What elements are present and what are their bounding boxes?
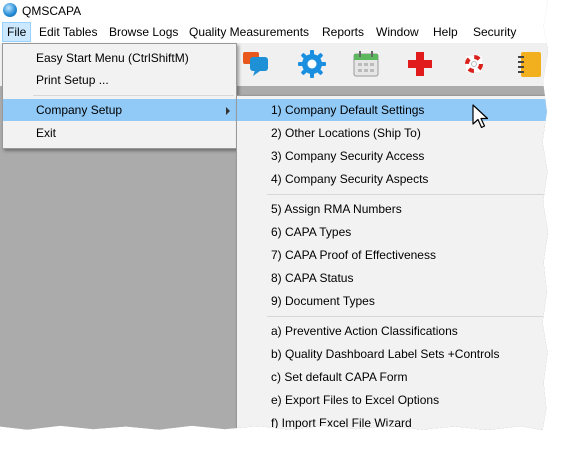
menu-item-label: 2) Other Locations (Ship To) <box>271 126 421 140</box>
menu-reports[interactable]: Reports <box>318 22 368 42</box>
submenu-item-quality-dashboard-label-sets[interactable]: b) Quality Dashboard Label Sets +Control… <box>237 343 548 365</box>
menu-item-company-setup[interactable]: Company Setup <box>3 99 236 121</box>
menu-bar: File Edit Tables Browse Logs Quality Mea… <box>0 22 548 43</box>
submenu-item-import-excel-file-wizard[interactable]: f) Import Excel File Wizard <box>237 412 548 430</box>
menu-separator <box>267 316 547 317</box>
submenu-item-company-security-access[interactable]: 3) Company Security Access <box>237 145 548 167</box>
app-window: QMSCAPA File Edit Tables Browse Logs Qua… <box>0 0 548 430</box>
menu-item-label: Print Setup ... <box>36 73 109 87</box>
submenu-item-capa-types[interactable]: 6) CAPA Types <box>237 221 548 243</box>
submenu-item-capa-status[interactable]: 8) CAPA Status <box>237 267 548 289</box>
menu-file[interactable]: File <box>2 22 32 42</box>
mouse-pointer-icon <box>472 104 489 129</box>
menu-item-label: 1) Company Default Settings <box>271 103 425 117</box>
lifebuoy-icon[interactable] <box>458 48 490 80</box>
menu-separator <box>33 95 234 96</box>
submenu-item-set-default-capa-form[interactable]: c) Set default CAPA Form <box>237 366 548 388</box>
menu-item-label: 4) Company Security Aspects <box>271 172 429 186</box>
app-logo-icon <box>3 3 17 17</box>
menu-separator <box>267 194 547 195</box>
menu-item-label: 5) Assign RMA Numbers <box>271 202 402 216</box>
menu-help[interactable]: Help <box>429 22 462 42</box>
company-setup-submenu: 1) Company Default Settings 2) Other Loc… <box>236 95 548 430</box>
menu-item-label: 7) CAPA Proof of Effectiveness <box>271 248 436 262</box>
menu-item-label: c) Set default CAPA Form <box>271 370 408 384</box>
menu-item-label: 3) Company Security Access <box>271 149 425 163</box>
menu-item-label: a) Preventive Action Classifications <box>271 324 458 338</box>
submenu-item-export-files-to-excel[interactable]: e) Export Files to Excel Options <box>237 389 548 411</box>
menu-edit-tables[interactable]: Edit Tables <box>35 22 101 42</box>
submenu-item-other-locations[interactable]: 2) Other Locations (Ship To) <box>237 122 548 144</box>
submenu-item-preventive-action-classifications[interactable]: a) Preventive Action Classifications <box>237 320 548 342</box>
menu-item-label: 8) CAPA Status <box>271 271 354 285</box>
gear-icon[interactable] <box>296 48 328 80</box>
submenu-item-assign-rma-numbers[interactable]: 5) Assign RMA Numbers <box>237 198 548 220</box>
menu-quality-measurements[interactable]: Quality Measurements <box>185 22 313 42</box>
submenu-arrow-icon <box>226 107 230 115</box>
submenu-item-company-security-aspects[interactable]: 4) Company Security Aspects <box>237 168 548 190</box>
menu-item-label: e) Export Files to Excel Options <box>271 393 440 407</box>
menu-item-label: Exit <box>36 126 57 140</box>
submenu-item-document-types[interactable]: 9) Document Types <box>237 290 548 312</box>
submenu-item-company-default-settings[interactable]: 1) Company Default Settings <box>237 99 548 121</box>
menu-item-label: Easy Start Menu (CtrlShiftM) <box>36 51 189 65</box>
menu-item-label: 9) Document Types <box>271 294 375 308</box>
menu-item-label: f) Import Excel File Wizard <box>271 416 412 430</box>
red-cross-icon[interactable] <box>404 48 436 80</box>
notebook-icon[interactable] <box>512 48 544 80</box>
file-menu-dropdown: Easy Start Menu (CtrlShiftM) Print Setup… <box>2 43 237 149</box>
title-bar: QMSCAPA <box>0 0 548 22</box>
menu-item-easy-start[interactable]: Easy Start Menu (CtrlShiftM) <box>3 47 236 69</box>
window-title: QMSCAPA <box>22 4 82 18</box>
chat-bubble-icon[interactable] <box>240 48 272 80</box>
menu-window[interactable]: Window <box>372 22 423 42</box>
menu-security[interactable]: Security <box>469 22 520 42</box>
menu-item-label: Company Setup <box>36 103 123 117</box>
menu-item-print-setup[interactable]: Print Setup ... <box>3 69 236 91</box>
menu-browse-logs[interactable]: Browse Logs <box>105 22 182 42</box>
calendar-icon[interactable] <box>350 48 382 80</box>
menu-item-exit[interactable]: Exit <box>3 122 236 144</box>
menu-item-label: 6) CAPA Types <box>271 225 352 239</box>
submenu-item-capa-proof-of-effectiveness[interactable]: 7) CAPA Proof of Effectiveness <box>237 244 548 266</box>
menu-item-label: b) Quality Dashboard Label Sets +Control… <box>271 347 500 361</box>
